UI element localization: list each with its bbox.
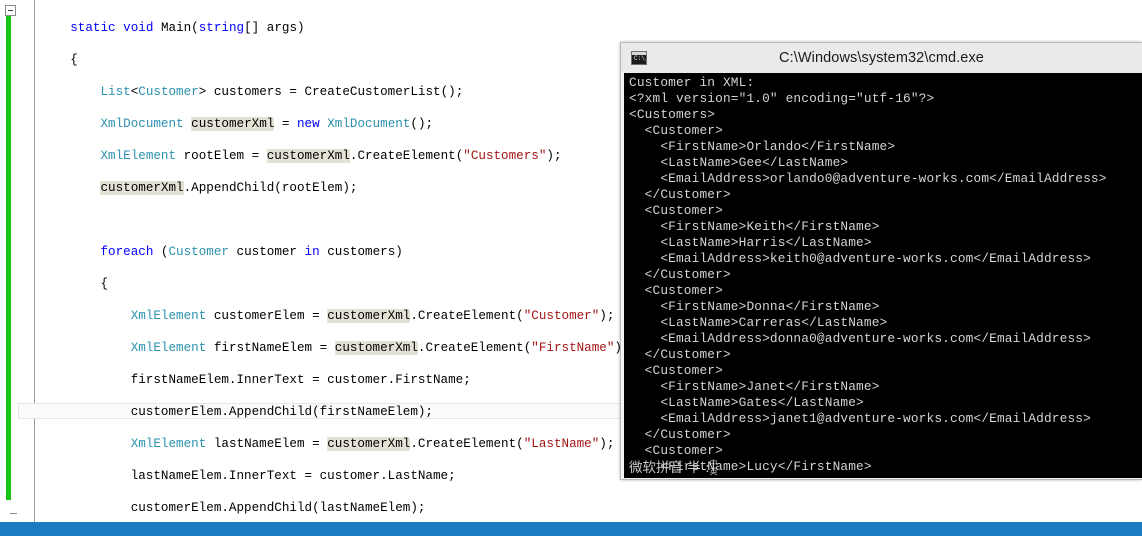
cmd-console-window[interactable]: C:\_ C:\Windows\system32\cmd.exe Custome… <box>620 42 1142 480</box>
code-line: customerElem.AppendChild(lastNameElem); <box>40 501 426 515</box>
console-output-area[interactable]: Customer in XML: <?xml version="1.0" enc… <box>624 73 1142 478</box>
console-output-text: Customer in XML: <?xml version="1.0" enc… <box>629 75 1107 474</box>
console-title-bar[interactable]: C:\_ C:\Windows\system32\cmd.exe <box>621 43 1142 73</box>
collapse-region-toggle-icon[interactable] <box>5 5 16 16</box>
ime-label: 微软拼音 半 : <box>629 460 710 476</box>
console-title-text: C:\Windows\system32\cmd.exe <box>779 50 984 66</box>
ime-mode-glyphs: 中英 <box>709 459 718 476</box>
cmd-icon: C:\_ <box>631 51 647 65</box>
collapse-region-end-marker-icon <box>10 513 17 514</box>
ime-status-indicator[interactable]: 微软拼音 半 :中英 <box>629 459 718 477</box>
code-line: static void Main(string[] args) <box>70 21 305 35</box>
change-tracking-bar <box>6 8 11 500</box>
gutter-divider-line <box>34 0 35 527</box>
status-bar <box>0 522 1142 536</box>
